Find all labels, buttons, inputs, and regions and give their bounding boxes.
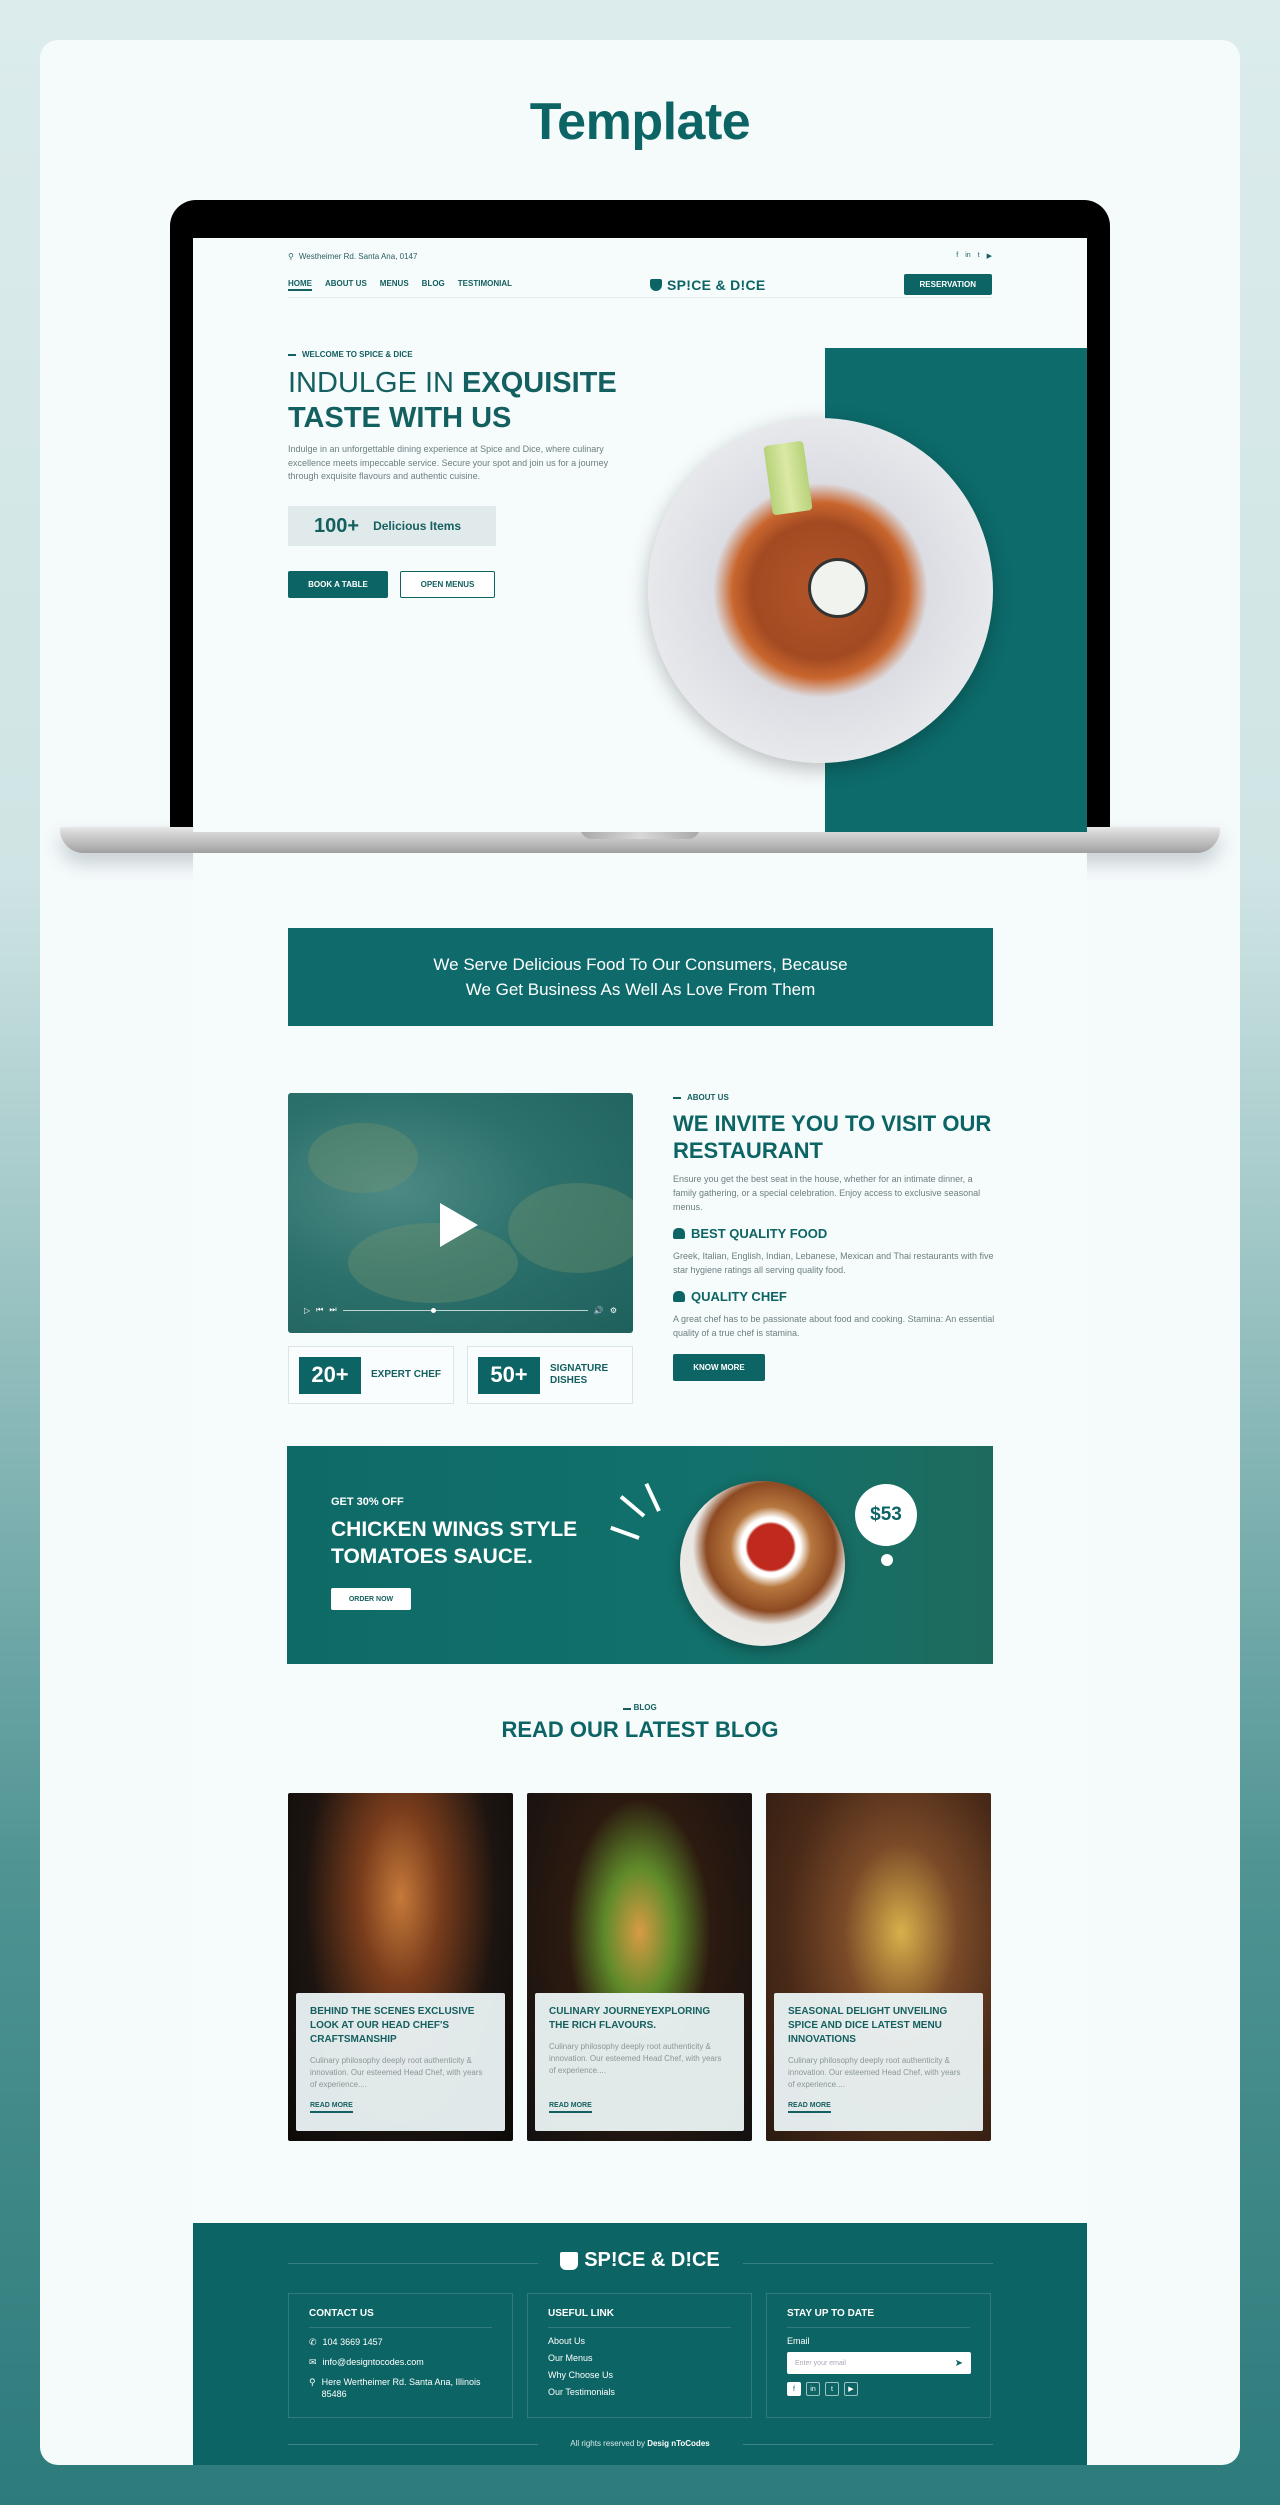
newsletter-column: STAY UP TO DATE Email Enter your email ➤ … [766,2293,991,2418]
blog-card[interactable]: BEHIND THE SCENES EXCLUSIVE LOOK AT OUR … [288,1793,513,2141]
footer-social: f in t ▶ [787,2382,970,2396]
progress-knob[interactable] [430,1307,436,1313]
feature-text: Greek, Italian, English, Indian, Lebanes… [673,1251,994,1275]
email-input[interactable]: Enter your email ➤ [787,2352,971,2374]
youtube-icon[interactable]: ▶ [844,2382,858,2396]
shield-logo-icon [560,2251,579,2270]
chef-hat-icon [673,1291,685,1302]
volume-icon[interactable]: 🔊 [594,1306,604,1315]
play-icon[interactable] [440,1203,478,1247]
footer-link-testimonials[interactable]: Our Testimonials [548,2387,731,2397]
footer-link-menus[interactable]: Our Menus [548,2353,731,2363]
blog-tag: BLOG [193,1703,1087,1712]
nav-menus[interactable]: MENUS [380,279,409,291]
feature-text: A great chef has to be passionate about … [673,1314,995,1338]
video-progress[interactable] [342,1307,588,1313]
promo-discount: GET 30% OFF [331,1496,404,1508]
links-column: USEFUL LINK About Us Our Menus Why Choos… [527,2293,752,2418]
reservation-button[interactable]: RESERVATION [903,274,992,295]
linkedin-icon[interactable]: in [965,252,970,260]
blog-card[interactable]: CULINARY JOURNEYEXPLORING THE RICH FLAVO… [527,1793,752,2141]
footer-logo[interactable]: SP!CE & D!CE [193,2249,1087,2272]
nav-home[interactable]: HOME [288,279,312,291]
youtube-icon[interactable]: ▶ [987,252,992,260]
location-pin-icon: ⚲ [309,2377,316,2387]
page-body: We Serve Delicious Food To Our Consumers… [193,853,1087,2465]
slogan-banner: We Serve Delicious Food To Our Consumers… [288,928,993,1026]
skip-back-icon[interactable]: ⏮ [316,1305,323,1315]
video-controls: ▷ ⏮ ⏭ 🔊 ⚙ [304,1305,617,1315]
video-player[interactable]: ▷ ⏮ ⏭ 🔊 ⚙ [288,1093,633,1333]
hero-description: Indulge in an unforgettable dining exper… [288,444,609,481]
copyright: All rights reserved by Desig nToCodes [570,2439,710,2448]
logo[interactable]: SP!CE & D!CE [650,277,766,293]
email-label: Email [787,2336,810,2346]
facebook-icon[interactable]: f [956,252,958,260]
send-icon[interactable]: ➤ [955,2358,963,2369]
order-now-button[interactable]: ORDER NOW [331,1588,411,1610]
know-more-button[interactable]: KNOW MORE [673,1354,765,1381]
about-title: WE INVITE YOU TO VISIT OUR RESTAURANT [673,1111,992,1163]
contact-column: CONTACT US ✆ 104 3669 1457 ✉ info@designto… [288,2293,513,2418]
promo-banner: GET 30% OFF CHICKEN WINGS STYLE TOMATOES… [287,1446,993,1664]
shield-logo-icon [650,278,663,291]
wings-dish-image [680,1481,845,1646]
about-tag: ABOUT US [673,1093,998,1102]
skip-forward-icon[interactable]: ⏭ [329,1305,336,1315]
social-links: f in t ▶ [956,252,992,260]
read-more-link[interactable]: READ MORE [310,2102,353,2113]
nav-blog[interactable]: BLOG [422,279,445,291]
about-section: ABOUT US WE INVITE YOU TO VISIT OUR REST… [673,1093,998,1381]
stat-signature-dishes: 50+ SIGNATURE DISHES [467,1346,633,1404]
sparkle-decoration [619,1495,646,1518]
play-small-icon[interactable]: ▷ [304,1306,310,1315]
open-menus-button[interactable]: OPEN MENUS [400,571,495,598]
nav-testimonial[interactable]: TESTIMONIAL [458,279,512,291]
feature-title: BEST QUALITY FOOD [673,1226,998,1241]
hero-screen: ⚲ Westheimer Rd. Santa Ana, 0147 f in t ▶… [193,238,1087,832]
footer: SP!CE & D!CE CONTACT US ✆ 104 3669 1457 ✉… [193,2223,1087,2465]
twitter-icon[interactable]: t [825,2382,839,2396]
nav-about[interactable]: ABOUT US [325,279,367,291]
items-count-box: 100+ Delicious Items [288,506,496,546]
linkedin-icon[interactable]: in [806,2382,820,2396]
feature-title: QUALITY CHEF [673,1289,998,1304]
page-title: Template [529,93,751,151]
about-description: Ensure you get the best seat in the hous… [673,1174,981,1212]
mail-icon: ✉ [309,2357,317,2367]
burger-icon [673,1228,685,1239]
stat-expert-chef: 20+ EXPERT CHEF [288,1346,454,1404]
phone-icon: ✆ [309,2337,317,2347]
promo-title: CHICKEN WINGS STYLE TOMATOES SAUCE. [331,1518,578,1568]
footer-link-about[interactable]: About Us [548,2336,731,2346]
facebook-icon[interactable]: f [787,2382,801,2396]
settings-gear-icon[interactable]: ⚙ [610,1306,617,1315]
main-nav: HOME ABOUT US MENUS BLOG TESTIMONIAL SP!… [288,272,992,298]
chicken-wings-image [648,418,993,763]
header-address: Westheimer Rd. Santa Ana, 0147 [298,251,418,261]
read-more-link[interactable]: READ MORE [788,2102,831,2113]
blog-card[interactable]: SEASONAL DELIGHT UNVEILING SPICE AND DIC… [766,1793,991,2141]
top-bar: ⚲ Westheimer Rd. Santa Ana, 0147 f in t ▶ [288,248,992,264]
hero-tag: WELCOME TO SPICE & DICE [288,350,413,359]
blog-title: READ OUR LATEST BLOG [501,1717,779,1742]
footer-link-why[interactable]: Why Choose Us [548,2370,731,2380]
price-badge: $53 [855,1484,917,1546]
read-more-link[interactable]: READ MORE [549,2102,592,2113]
book-table-button[interactable]: BOOK A TABLE [288,571,388,598]
presentation-card: Template ⚲ Westheimer Rd. Santa Ana, 0147… [40,40,1240,2465]
twitter-icon[interactable]: t [978,252,980,260]
hero-heading: INDULGE IN EXQUISITE TASTE WITH US [288,367,617,434]
location-pin-icon: ⚲ [288,251,294,261]
